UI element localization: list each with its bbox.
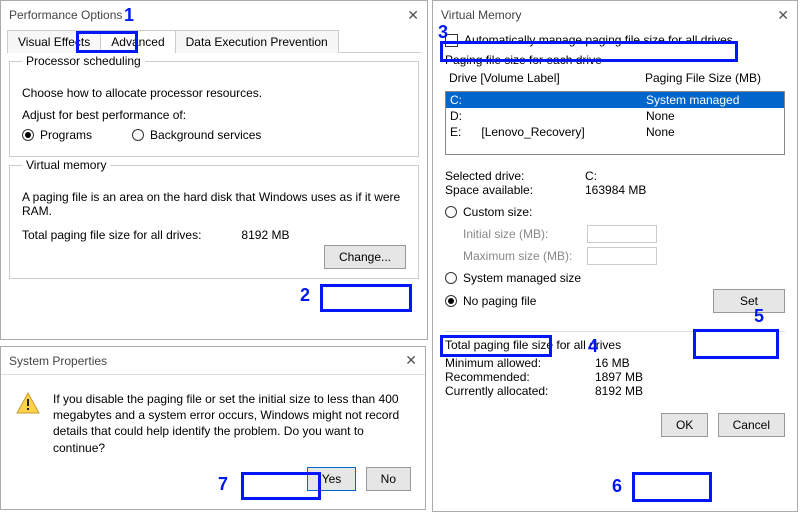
- sched-text2: Adjust for best performance of:: [22, 108, 406, 122]
- radio-system-managed[interactable]: System managed size: [445, 271, 581, 285]
- tab-dep[interactable]: Data Execution Prevention: [175, 30, 339, 53]
- sched-legend: Processor scheduling: [22, 54, 145, 68]
- drive-size: None: [646, 109, 784, 123]
- set-button[interactable]: Set: [713, 289, 785, 313]
- warning-icon: [15, 391, 41, 456]
- initial-size-input[interactable]: [587, 225, 657, 243]
- processor-scheduling-group: Processor scheduling Choose how to alloc…: [9, 61, 419, 157]
- sys-title: System Properties: [9, 354, 107, 368]
- tab-visual-effects[interactable]: Visual Effects: [7, 30, 101, 53]
- drive-col2: Paging File Size (MB): [645, 71, 785, 85]
- vm-legend: Virtual memory: [22, 158, 110, 172]
- radio-none-label: No paging file: [463, 294, 536, 308]
- radio-bg-label: Background services: [150, 128, 261, 142]
- vm-total-value: 8192 MB: [241, 228, 289, 242]
- change-button[interactable]: Change...: [324, 245, 406, 269]
- auto-manage-checkbox[interactable]: Automatically manage paging file size fo…: [445, 33, 785, 47]
- rec-label: Recommended:: [445, 370, 595, 384]
- pf-legend: Paging file size for each drive: [445, 53, 785, 67]
- initial-size-label: Initial size (MB):: [463, 227, 573, 241]
- vmem-title: Virtual Memory: [441, 8, 521, 22]
- virtual-memory-group: Virtual memory A paging file is an area …: [9, 165, 419, 279]
- drive-label: [Lenovo_Recovery]: [481, 125, 584, 139]
- performance-options-dialog: Performance Options ✕ Visual Effects Adv…: [0, 0, 428, 340]
- space-label: Space available:: [445, 183, 585, 197]
- cancel-button[interactable]: Cancel: [718, 413, 785, 437]
- vmem-titlebar: Virtual Memory ✕: [433, 1, 797, 29]
- radio-icon: [445, 206, 457, 218]
- system-properties-dialog: System Properties ✕ If you disable the p…: [0, 346, 426, 510]
- drive-row[interactable]: E: [Lenovo_Recovery] None: [446, 124, 784, 140]
- drive-size: None: [646, 125, 784, 139]
- radio-programs[interactable]: Programs: [22, 128, 92, 142]
- vm-desc: A paging file is an area on the hard dis…: [22, 190, 406, 228]
- drive-letter: D:: [450, 109, 462, 123]
- no-button[interactable]: No: [366, 467, 411, 491]
- close-icon[interactable]: ✕: [777, 7, 789, 24]
- radio-icon: [132, 129, 144, 141]
- space-value: 163984 MB: [585, 183, 646, 197]
- yes-button[interactable]: Yes: [307, 467, 357, 491]
- radio-custom-size[interactable]: Custom size:: [445, 205, 532, 219]
- cur-label: Currently allocated:: [445, 384, 595, 398]
- close-icon[interactable]: ✕: [407, 7, 419, 24]
- sel-drive-value: C:: [585, 169, 597, 183]
- drive-row[interactable]: C: System managed: [446, 92, 784, 108]
- totals-group: Total paging file size for all drives Mi…: [445, 331, 785, 398]
- tab-advanced[interactable]: Advanced: [100, 30, 175, 53]
- max-size-input[interactable]: [587, 247, 657, 265]
- perf-tabs: Visual Effects Advanced Data Execution P…: [7, 29, 421, 53]
- drive-row[interactable]: D: None: [446, 108, 784, 124]
- radio-sys-label: System managed size: [463, 271, 581, 285]
- radio-programs-label: Programs: [40, 128, 92, 142]
- close-icon[interactable]: ✕: [405, 352, 417, 369]
- sched-text1: Choose how to allocate processor resourc…: [22, 86, 406, 108]
- min-value: 16 MB: [595, 356, 630, 370]
- cur-value: 8192 MB: [595, 384, 643, 398]
- radio-icon: [445, 272, 457, 284]
- drive-header: Drive [Volume Label] Paging File Size (M…: [445, 69, 785, 87]
- sys-titlebar: System Properties ✕: [1, 347, 425, 375]
- drive-letter: E:: [450, 125, 461, 139]
- perf-titlebar: Performance Options ✕: [1, 1, 427, 29]
- vm-total-label: Total paging file size for all drives:: [22, 228, 201, 242]
- checkbox-icon: [445, 34, 458, 47]
- drive-size: System managed: [646, 93, 784, 107]
- sel-drive-label: Selected drive:: [445, 169, 585, 183]
- radio-background-services[interactable]: Background services: [132, 128, 261, 142]
- radio-icon: [445, 295, 457, 307]
- perf-title: Performance Options: [9, 8, 122, 22]
- drive-list[interactable]: C: System managed D: None E: [Lenovo_Rec…: [445, 91, 785, 155]
- virtual-memory-dialog: Virtual Memory ✕ Automatically manage pa…: [432, 0, 798, 512]
- ok-button[interactable]: OK: [661, 413, 708, 437]
- radio-icon: [22, 129, 34, 141]
- drive-col1: Drive [Volume Label]: [445, 71, 645, 85]
- totals-legend: Total paging file size for all drives: [445, 338, 785, 356]
- auto-label: Automatically manage paging file size fo…: [464, 33, 733, 47]
- max-size-label: Maximum size (MB):: [463, 249, 573, 263]
- rec-value: 1897 MB: [595, 370, 643, 384]
- radio-custom-label: Custom size:: [463, 205, 532, 219]
- min-label: Minimum allowed:: [445, 356, 595, 370]
- sys-message: If you disable the paging file or set th…: [53, 391, 411, 456]
- drive-letter: C:: [450, 93, 462, 107]
- radio-no-paging-file[interactable]: No paging file: [445, 294, 536, 308]
